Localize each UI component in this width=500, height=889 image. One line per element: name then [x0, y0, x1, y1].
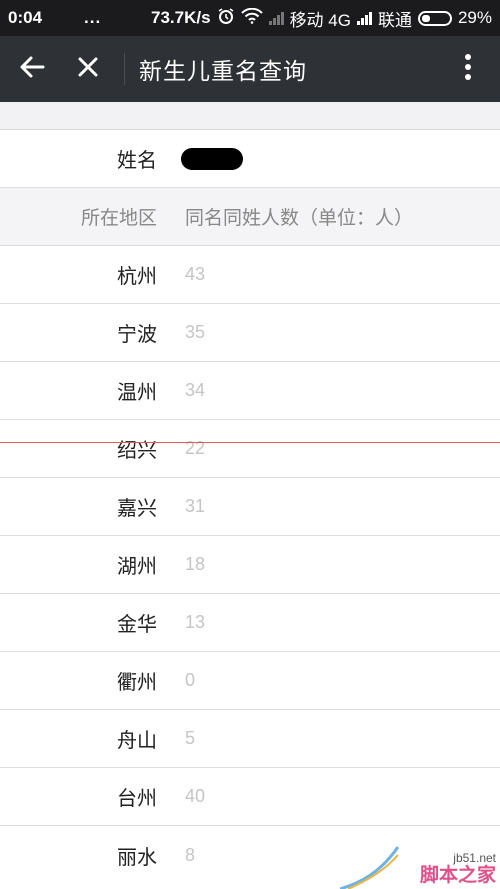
watermark-name: 脚本之家 [419, 864, 496, 886]
table-row: 衢州 0 [0, 652, 500, 710]
region-count: 43 [185, 264, 206, 284]
watermark-swoosh-icon [340, 846, 400, 889]
top-spacer [0, 102, 500, 130]
battery-icon [417, 10, 452, 26]
back-button[interactable] [4, 36, 60, 102]
page-title: 新生儿重名查询 [139, 59, 307, 85]
name-row: 姓名 [0, 130, 500, 188]
region-count: 5 [185, 728, 196, 748]
region-name: 宁波 [117, 322, 157, 346]
table-row: 舟山 5 [0, 710, 500, 768]
region-count: 18 [185, 554, 206, 574]
title-divider [124, 53, 125, 85]
redacted-name [181, 147, 243, 170]
title-bar: 新生儿重名查询 [0, 36, 500, 102]
red-guide-line [0, 442, 500, 443]
region-name: 温州 [117, 380, 157, 404]
region-count: 35 [185, 322, 206, 342]
network-speed: 73.7K/s [151, 8, 211, 27]
more-vertical-icon [464, 53, 472, 85]
region-name: 绍兴 [117, 438, 157, 462]
carrier-2: 联通 [377, 10, 412, 30]
name-label: 姓名 [117, 148, 157, 172]
table-row: 宁波 35 [0, 304, 500, 362]
status-time: 0:04 [8, 8, 43, 27]
header-count: 同名同姓人数（单位：人） [185, 207, 414, 229]
region-count: 0 [185, 670, 196, 690]
table-row: 金华 13 [0, 594, 500, 652]
watermark: jb51.net 脚本之家 [340, 843, 500, 889]
table-row: 湖州 18 [0, 536, 500, 594]
region-name: 杭州 [117, 264, 157, 288]
table-row: 台州 40 [0, 768, 500, 826]
table-row: 温州 34 [0, 362, 500, 420]
region-count: 8 [185, 844, 196, 865]
region-count: 13 [185, 612, 206, 632]
close-icon [77, 56, 99, 82]
arrow-left-icon [19, 55, 45, 83]
region-name: 台州 [117, 786, 157, 810]
status-dots: ... [84, 8, 102, 27]
signal-icon-1 [268, 11, 284, 25]
table-row: 杭州 43 [0, 246, 500, 304]
region-name: 嘉兴 [117, 496, 157, 520]
table-row: 绍兴 22 [0, 420, 500, 478]
table-row: 嘉兴 31 [0, 478, 500, 536]
signal-icon-2 [356, 11, 372, 25]
more-button[interactable] [440, 36, 496, 102]
wifi-icon [240, 7, 263, 29]
region-name: 舟山 [117, 728, 157, 752]
status-right: 73.7K/s 移动 4G 联通 29% [151, 6, 492, 31]
status-bar: 0:04 ... 73.7K/s 移动 4G 联通 29% [0, 0, 500, 36]
region-count: 40 [185, 786, 206, 806]
region-count: 31 [185, 496, 206, 516]
region-name: 金华 [117, 612, 157, 636]
region-count: 34 [185, 380, 206, 400]
battery-percent: 29% [457, 8, 492, 27]
region-name: 丽水 [117, 844, 157, 869]
header-region: 所在地区 [80, 207, 157, 229]
table-header: 所在地区 同名同姓人数（单位：人） [0, 188, 500, 246]
alarm-icon [217, 7, 235, 30]
region-name: 衢州 [117, 670, 157, 694]
close-button[interactable] [60, 36, 116, 102]
carrier-1: 移动 4G [289, 10, 351, 30]
region-name: 湖州 [117, 554, 157, 578]
